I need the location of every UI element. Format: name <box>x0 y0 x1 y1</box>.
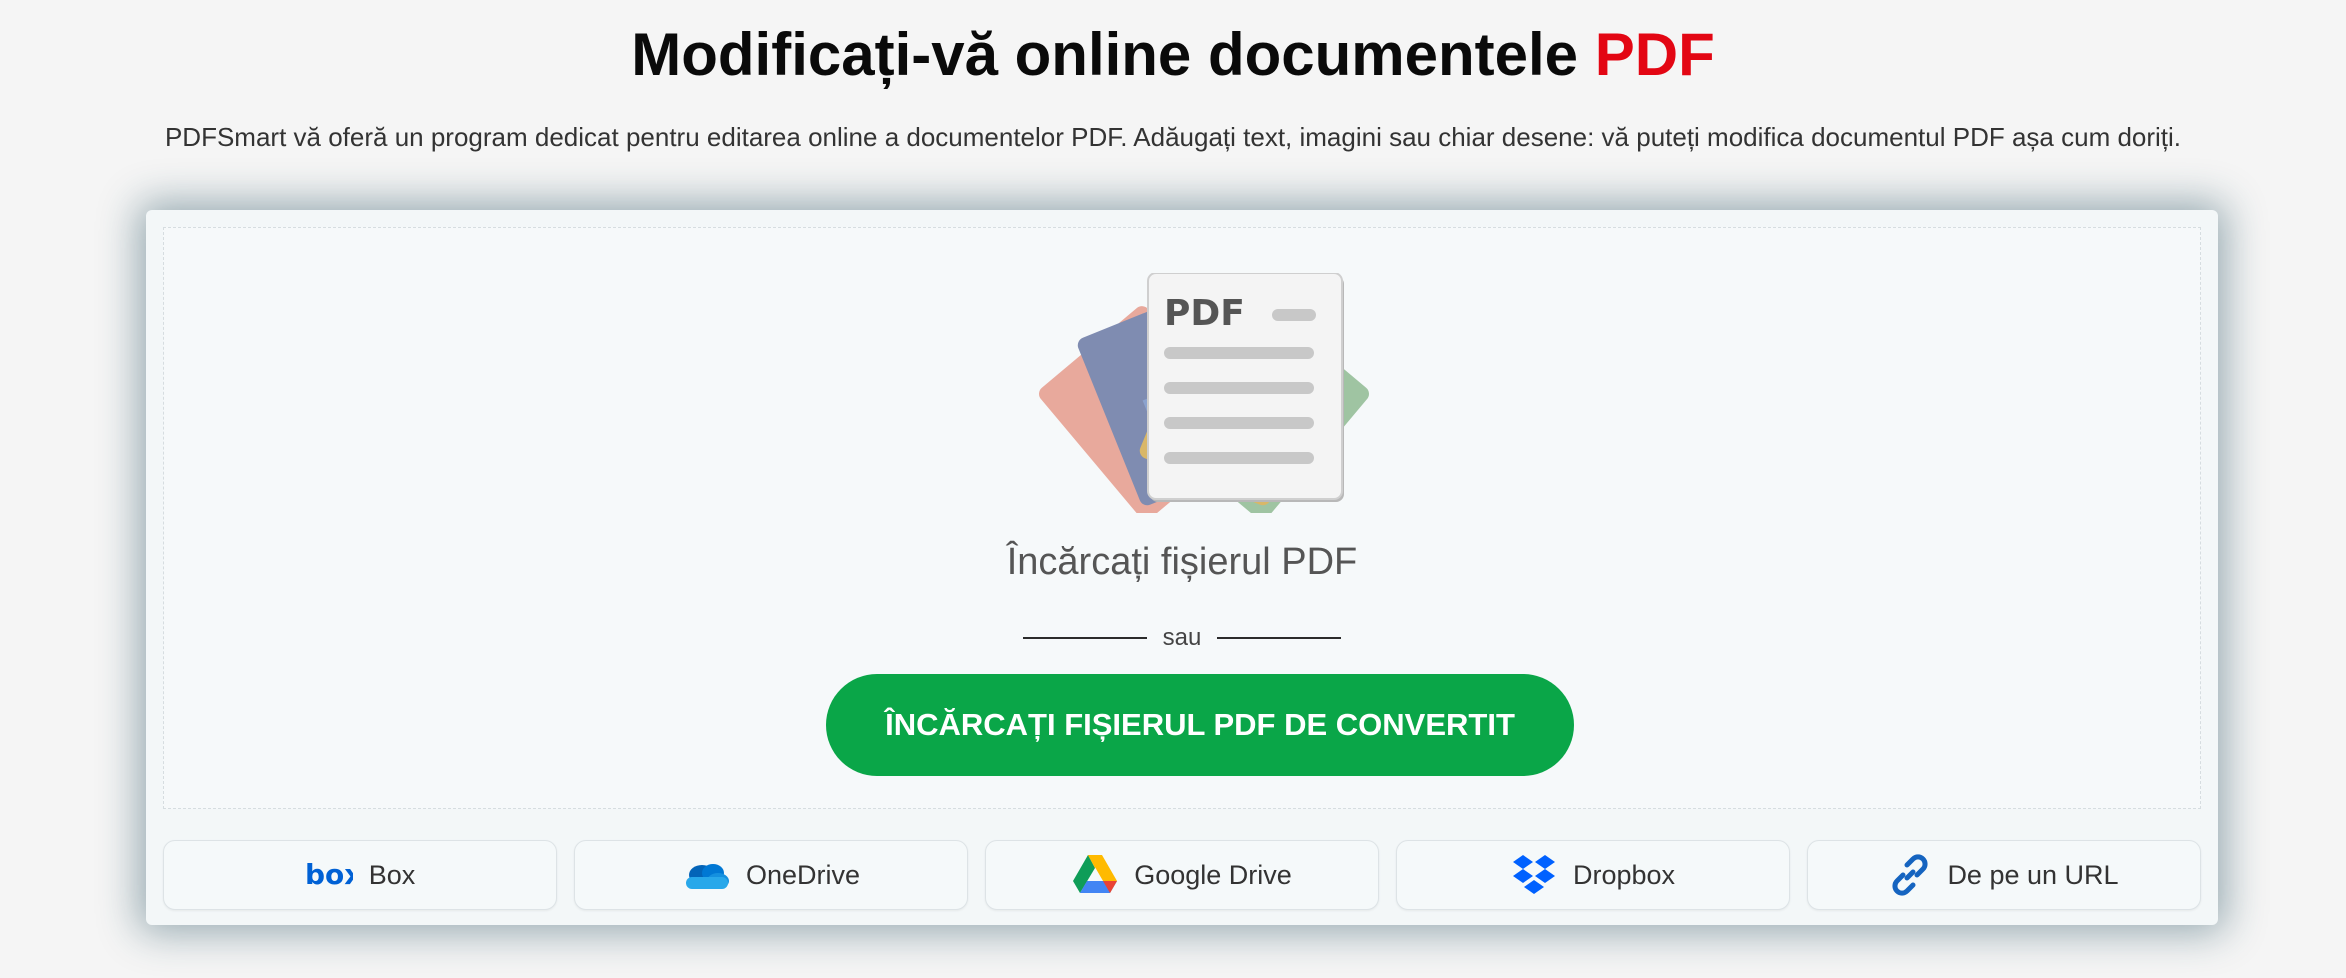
source-box-button[interactable]: box Box <box>163 840 557 910</box>
or-divider: sau <box>164 624 2200 652</box>
divider-line-left <box>1022 637 1147 639</box>
drop-zone[interactable]: P X PDF <box>163 227 2201 809</box>
page-title: Modificați-vă online documentele PDF <box>0 20 2346 89</box>
upload-pdf-button[interactable]: ÎNCĂRCAȚI FIȘIERUL PDF DE CONVERTIT <box>826 674 1574 776</box>
onedrive-icon <box>682 859 730 891</box>
source-google-drive-button[interactable]: Google Drive <box>985 840 1379 910</box>
source-label: OneDrive <box>745 859 861 890</box>
pdf-document-stack-icon: P X PDF <box>1004 272 1404 520</box>
link-icon <box>1889 854 1931 896</box>
dropbox-icon <box>1511 853 1557 897</box>
source-label: Dropbox <box>1572 859 1676 890</box>
source-label: Google Drive <box>1134 859 1292 890</box>
upload-label: Încărcați fișierul PDF <box>1006 541 1358 583</box>
box-logo-icon: box <box>305 862 353 888</box>
page-subtitle: PDFSmart vă oferă un program dedicat pen… <box>164 122 2182 152</box>
pdf-doc-label: PDF <box>1164 293 1245 334</box>
source-url-button[interactable]: De pe un URL <box>1807 840 2201 910</box>
google-drive-icon <box>1072 854 1118 896</box>
or-text: sau <box>1162 624 1202 651</box>
svg-text:box: box <box>305 862 353 888</box>
page-title-main: Modificați-vă online documentele <box>631 21 1579 88</box>
source-label: Box <box>368 859 416 890</box>
source-label: De pe un URL <box>1947 859 2119 890</box>
cloud-sources-row: box Box OneDrive <box>163 840 2201 910</box>
source-dropbox-button[interactable]: Dropbox <box>1396 840 1790 910</box>
source-onedrive-button[interactable]: OneDrive <box>574 840 968 910</box>
divider-line-right <box>1217 637 1342 639</box>
upload-card: P X PDF <box>146 210 2218 925</box>
page-title-accent: PDF <box>1594 21 1715 88</box>
